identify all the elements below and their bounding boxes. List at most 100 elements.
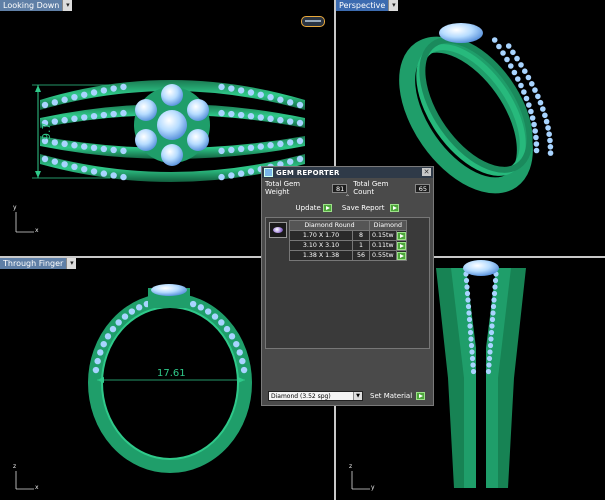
gem-bead (547, 150, 554, 156)
gem-bead (523, 95, 530, 102)
gem-bead (521, 68, 528, 74)
gem-bead (128, 308, 136, 315)
gem-bead (236, 349, 243, 356)
gem-bead (257, 114, 264, 121)
chevron-down-icon[interactable]: ▾ (388, 0, 399, 11)
set-material-button[interactable] (416, 392, 426, 400)
gem-bead (507, 63, 514, 69)
viewport-label: Perspective (336, 0, 389, 11)
gem-bead (296, 101, 304, 109)
gem-bead (100, 145, 108, 153)
gem-bead (228, 172, 235, 179)
gem-bead (277, 116, 284, 124)
gem-bead (94, 357, 101, 365)
gem-bead (237, 111, 245, 119)
gem-bead (286, 139, 294, 146)
gem-bead (100, 170, 108, 177)
gem-bead (239, 357, 246, 365)
gem-bead (135, 304, 143, 311)
gem-bead (487, 349, 493, 355)
gem-bead (90, 89, 98, 96)
viewport-menu-looking-down[interactable]: Looking Down ▾ (0, 0, 73, 11)
viewport-menu-through-finger[interactable]: Through Finger ▾ (0, 258, 77, 269)
material-select[interactable]: Diamond (3.52 spg) ▼ (268, 391, 363, 401)
close-icon[interactable]: ✕ (422, 168, 431, 176)
gem-reporter-panel: GEM REPORTER ✕ Total Gem Weight 81 Total… (261, 166, 434, 406)
total-gem-weight-value: 81 (332, 183, 348, 193)
gem-bead (490, 310, 496, 316)
gem-bead (531, 121, 537, 128)
gem-bead (487, 342, 494, 349)
gem-bead (71, 163, 78, 171)
gem-thumbnail-icon[interactable] (269, 222, 287, 238)
gem-bead (267, 115, 274, 122)
gem-bead (51, 158, 59, 165)
gem-bead (110, 110, 117, 118)
gem-bead (518, 82, 524, 89)
viewport-label: Looking Down (0, 0, 63, 11)
table-row[interactable]: 1.70 X 1.70 8 0.15tw (289, 230, 407, 241)
gem-weight: 0.11tw (369, 240, 397, 251)
gem-bead (535, 93, 541, 100)
gem-bead (286, 158, 294, 165)
gem-bead (496, 43, 502, 50)
gem-bead (533, 134, 539, 141)
viewport-menu-perspective[interactable]: Perspective ▾ (336, 0, 399, 11)
table-row[interactable]: 3.10 X 3.10 1 0.11tw (289, 240, 407, 251)
gem-bead (247, 112, 255, 120)
gem-bead (61, 116, 68, 124)
viewport-label: Through Finger (0, 258, 67, 269)
total-gem-count-label: Total Gem Count (353, 180, 389, 196)
gem-bead (485, 368, 492, 375)
column-header: Diamond Round (289, 220, 370, 231)
gem-bead (468, 336, 474, 342)
gem-size: 3.10 X 3.10 (289, 240, 353, 251)
gem-bead (121, 313, 129, 320)
axis-x-label: x (35, 227, 39, 234)
gem-bead (546, 131, 552, 137)
gem-bead (71, 142, 78, 149)
gem-bead (464, 284, 470, 290)
gem-bead (90, 144, 98, 152)
gem-bead (514, 76, 521, 82)
chevron-down-icon[interactable]: ▾ (66, 258, 77, 269)
gem-count: 56 (352, 250, 370, 261)
gem-bead (464, 290, 471, 297)
gem-bead (228, 146, 235, 154)
gem-reporter-icon (264, 168, 273, 177)
row-go-button[interactable] (396, 251, 406, 260)
gem-bead (491, 37, 498, 43)
gem-bead (466, 316, 473, 323)
row-go-button[interactable] (396, 241, 406, 250)
gem-bead (247, 89, 255, 96)
axis-x-label: x (35, 484, 39, 491)
gem-bead (469, 355, 476, 362)
view-mode-icon[interactable] (301, 16, 325, 27)
gem-bead (543, 118, 550, 125)
gem-reporter-titlebar[interactable]: GEM REPORTER ✕ (262, 167, 433, 178)
gem-bead (218, 173, 225, 181)
update-button[interactable] (322, 204, 332, 212)
dimension-label-height: 9.7 (40, 123, 53, 141)
save-report-button[interactable] (390, 204, 400, 212)
row-go-button[interactable] (396, 231, 406, 240)
chevron-down-icon[interactable]: ▼ (353, 392, 362, 400)
gem-bead (110, 85, 117, 92)
chevron-down-icon[interactable]: ▾ (62, 0, 73, 11)
gem-bead (109, 325, 117, 333)
gem-bead (189, 300, 197, 308)
gem-bead (277, 140, 284, 148)
gem-bead (532, 87, 538, 93)
gem-weight: 0.55tw (369, 250, 397, 261)
gem-bead (540, 106, 546, 112)
gem-bead (267, 142, 274, 149)
gem-bead (489, 323, 495, 329)
gem-bead (490, 303, 497, 310)
gem-bead (525, 74, 532, 81)
gem-bead (533, 147, 540, 154)
gem-bead (51, 99, 59, 106)
update-label: Update (295, 204, 321, 212)
gem-bead (100, 340, 107, 348)
gem-bead (492, 277, 499, 284)
table-row[interactable]: 1.38 X 1.38 56 0.55tw (289, 250, 407, 261)
